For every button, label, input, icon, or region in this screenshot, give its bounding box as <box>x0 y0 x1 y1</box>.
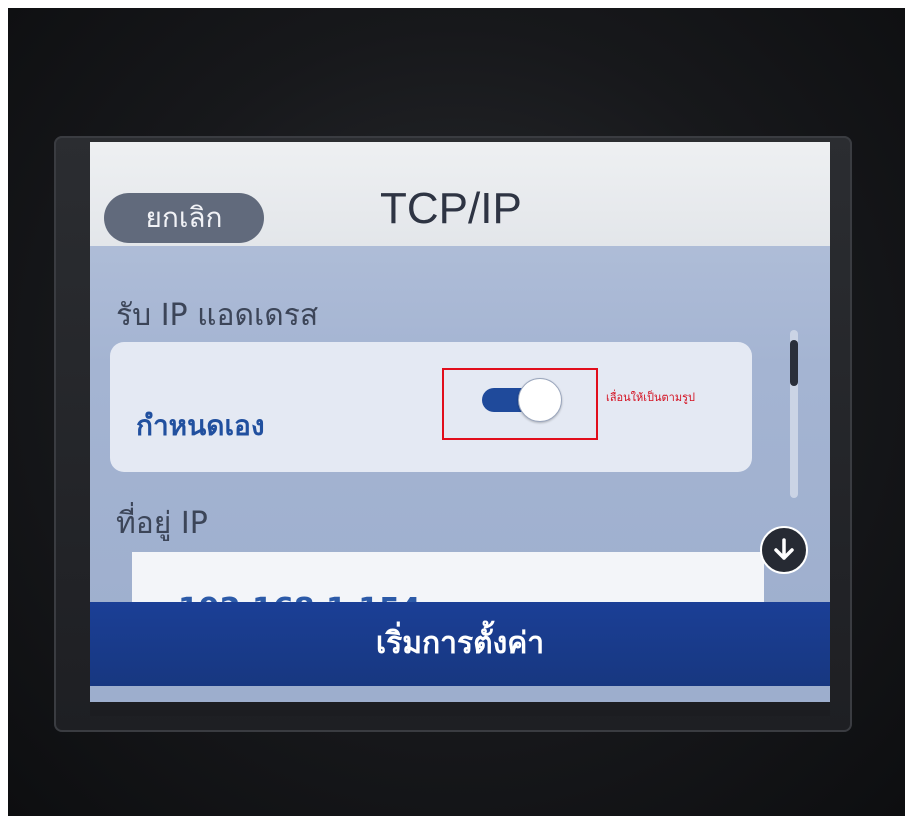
manual-setting-label: กำหนดเอง <box>136 409 265 442</box>
header-bar: ยกเลิก TCP/IP <box>90 142 830 246</box>
photo-background: ยกเลิก TCP/IP รับ IP แอดเดรส กำหนดเอง เล… <box>8 8 905 816</box>
cancel-button[interactable]: ยกเลิก <box>104 193 264 243</box>
scrollbar[interactable] <box>790 330 798 498</box>
annotation-highlight-box <box>442 368 598 440</box>
arrow-down-circle-icon <box>774 538 794 560</box>
page-title: TCP/IP <box>380 184 522 233</box>
ip-address-mode-label: รับ IP แอดเดรส <box>116 298 319 333</box>
printer-screen: ยกเลิก TCP/IP รับ IP แอดเดรส กำหนดเอง เล… <box>90 142 830 702</box>
start-setup-button[interactable]: เริ่มการตั้งค่า <box>90 602 830 686</box>
ip-address-label: ที่อยู่ IP <box>116 506 208 541</box>
annotation-note: เลื่อนให้เป็นตามรูป <box>606 391 695 404</box>
screen-bottom-rim <box>90 702 830 716</box>
scrollbar-thumb[interactable] <box>790 340 798 386</box>
scroll-down-button[interactable] <box>760 526 808 574</box>
start-setup-label: เริ่มการตั้งค่า <box>375 626 545 661</box>
